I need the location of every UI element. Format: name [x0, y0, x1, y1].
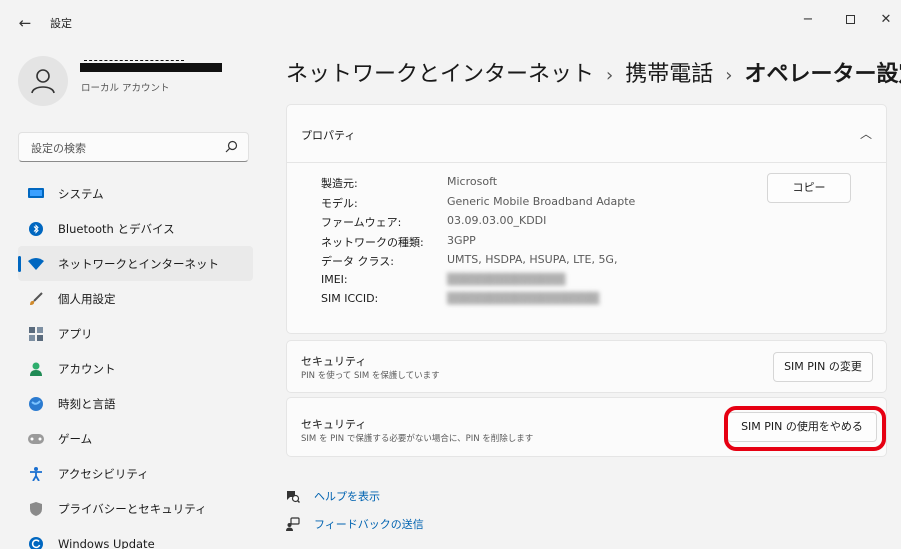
- feedback-icon: [286, 517, 300, 531]
- sidebar-item-label: アプリ: [58, 326, 93, 341]
- property-value: Generic Mobile Broadband Adapte: [447, 194, 636, 208]
- property-key: ファームウェア:: [321, 216, 402, 229]
- privacy-shield-icon: [28, 501, 44, 517]
- sidebar-item-privacy[interactable]: プライバシーとセキュリティ: [18, 491, 253, 526]
- close-button[interactable]: ✕: [872, 8, 900, 32]
- sidebar-item-apps[interactable]: アプリ: [18, 316, 253, 351]
- property-value: 03.09.03.00_KDDI: [447, 214, 547, 227]
- breadcrumb-cellular[interactable]: 携帯電話: [625, 62, 713, 87]
- accessibility-icon: [28, 466, 44, 482]
- security-description: SIM を PIN で保護する必要がない場合に、PIN を削除します: [301, 434, 534, 444]
- sidebar-item-windows-update[interactable]: Windows Update: [18, 526, 253, 549]
- feedback-link[interactable]: フィードバックの送信: [314, 516, 424, 532]
- property-key: モデル:: [321, 196, 358, 210]
- properties-header[interactable]: プロパティ ︿: [287, 105, 886, 163]
- red-highlight-annotation: [724, 406, 886, 451]
- feedback-link-row[interactable]: フィードバックの送信: [286, 516, 424, 532]
- minimize-button[interactable]: −: [794, 8, 822, 32]
- property-key: SIM ICCID:: [321, 292, 379, 305]
- breadcrumb-separator: ›: [725, 65, 733, 86]
- security-change-pin-card: セキュリティ PIN を使って SIM を保護しています SIM PIN の変更: [286, 340, 887, 393]
- sidebar-item-label: 個人用設定: [58, 291, 116, 306]
- property-key: ネットワークの種類:: [321, 235, 424, 249]
- sidebar-item-system[interactable]: システム: [18, 176, 253, 211]
- sidebar-item-label: Bluetooth とデバイス: [58, 221, 175, 236]
- property-value-redacted: ▒▒▒▒▒▒▒▒▒▒▒▒▒▒▒▒▒▒: [447, 292, 600, 305]
- sidebar-item-label: 時刻と言語: [58, 396, 116, 411]
- sidebar-item-accounts[interactable]: アカウント: [18, 351, 253, 386]
- selection-indicator: [18, 256, 21, 272]
- account-type: ローカル アカウント: [81, 83, 170, 94]
- search-placeholder: 設定の検索: [31, 142, 86, 155]
- properties-title: プロパティ: [301, 129, 356, 142]
- person-icon: [31, 69, 55, 94]
- sidebar-item-label: プライバシーとセキュリティ: [58, 501, 207, 516]
- help-icon: [286, 489, 300, 503]
- sidebar-item-label: アクセシビリティ: [58, 466, 149, 481]
- sidebar-item-time-language[interactable]: 時刻と言語: [18, 386, 253, 421]
- maximize-button[interactable]: [836, 8, 864, 32]
- network-icon: [28, 256, 44, 272]
- app-title: 設定: [50, 17, 72, 30]
- security-title: セキュリティ: [301, 355, 367, 368]
- apps-icon: [28, 326, 44, 342]
- sidebar-item-label: アカウント: [58, 361, 116, 376]
- property-value: UMTS, HSDPA, HSUPA, LTE, 5G,: [447, 253, 618, 266]
- sidebar-item-accessibility[interactable]: アクセシビリティ: [18, 456, 253, 491]
- sidebar-item-label: ゲーム: [58, 431, 93, 446]
- title-bar: ← 設定 − ✕: [0, 0, 901, 44]
- change-sim-pin-button[interactable]: SIM PIN の変更: [773, 352, 873, 382]
- avatar[interactable]: [18, 56, 68, 106]
- sidebar-item-label: Windows Update: [58, 536, 155, 549]
- back-arrow-icon[interactable]: ←: [14, 12, 36, 34]
- sidebar-item-label: システム: [58, 186, 104, 201]
- properties-card: プロパティ ︿ 製造元: Microsoft モデル: Generic Mobi…: [286, 104, 887, 334]
- account-icon: [28, 361, 44, 377]
- chevron-up-icon[interactable]: ︿: [860, 125, 872, 142]
- breadcrumb-network[interactable]: ネットワークとインターネット: [286, 62, 594, 87]
- security-description: PIN を使って SIM を保護しています: [301, 371, 440, 381]
- property-value: 3GPP: [447, 233, 476, 247]
- personalization-icon: [28, 291, 44, 307]
- sidebar-item-label: ネットワークとインターネット: [58, 256, 219, 271]
- page-title: オペレーター設定: [744, 62, 901, 87]
- breadcrumb-separator: ›: [606, 65, 614, 86]
- system-icon: [28, 186, 44, 202]
- search-input[interactable]: 設定の検索: [18, 132, 249, 162]
- sidebar-item-bluetooth[interactable]: Bluetooth とデバイス: [18, 211, 253, 246]
- breadcrumb: ネットワークとインターネット › 携帯電話 › オペレーター設定: [286, 56, 901, 88]
- property-key: 製造元:: [321, 177, 358, 190]
- copy-button[interactable]: コピー: [767, 173, 851, 203]
- help-link[interactable]: ヘルプを表示: [314, 488, 380, 504]
- property-value-redacted: ▒▒▒▒▒▒▒▒▒▒▒▒▒▒: [447, 272, 566, 286]
- sidebar-item-personalization[interactable]: 個人用設定: [18, 281, 253, 316]
- search-icon: [225, 140, 238, 153]
- sidebar-nav: システム Bluetooth とデバイス ネットワークとインターネット 個人用設…: [18, 176, 253, 549]
- property-key: IMEI:: [321, 272, 348, 286]
- sidebar-item-gaming[interactable]: ゲーム: [18, 421, 253, 456]
- help-link-row[interactable]: ヘルプを表示: [286, 488, 380, 504]
- bluetooth-icon: [28, 221, 44, 237]
- property-key: データ クラス:: [321, 255, 394, 268]
- account-name-redacted: [80, 60, 222, 72]
- time-language-icon: [28, 396, 44, 412]
- security-title: セキュリティ: [301, 418, 367, 431]
- gaming-icon: [28, 431, 44, 447]
- windows-update-icon: [28, 536, 44, 549]
- sidebar-item-network[interactable]: ネットワークとインターネット: [18, 246, 253, 281]
- property-value: Microsoft: [447, 175, 498, 188]
